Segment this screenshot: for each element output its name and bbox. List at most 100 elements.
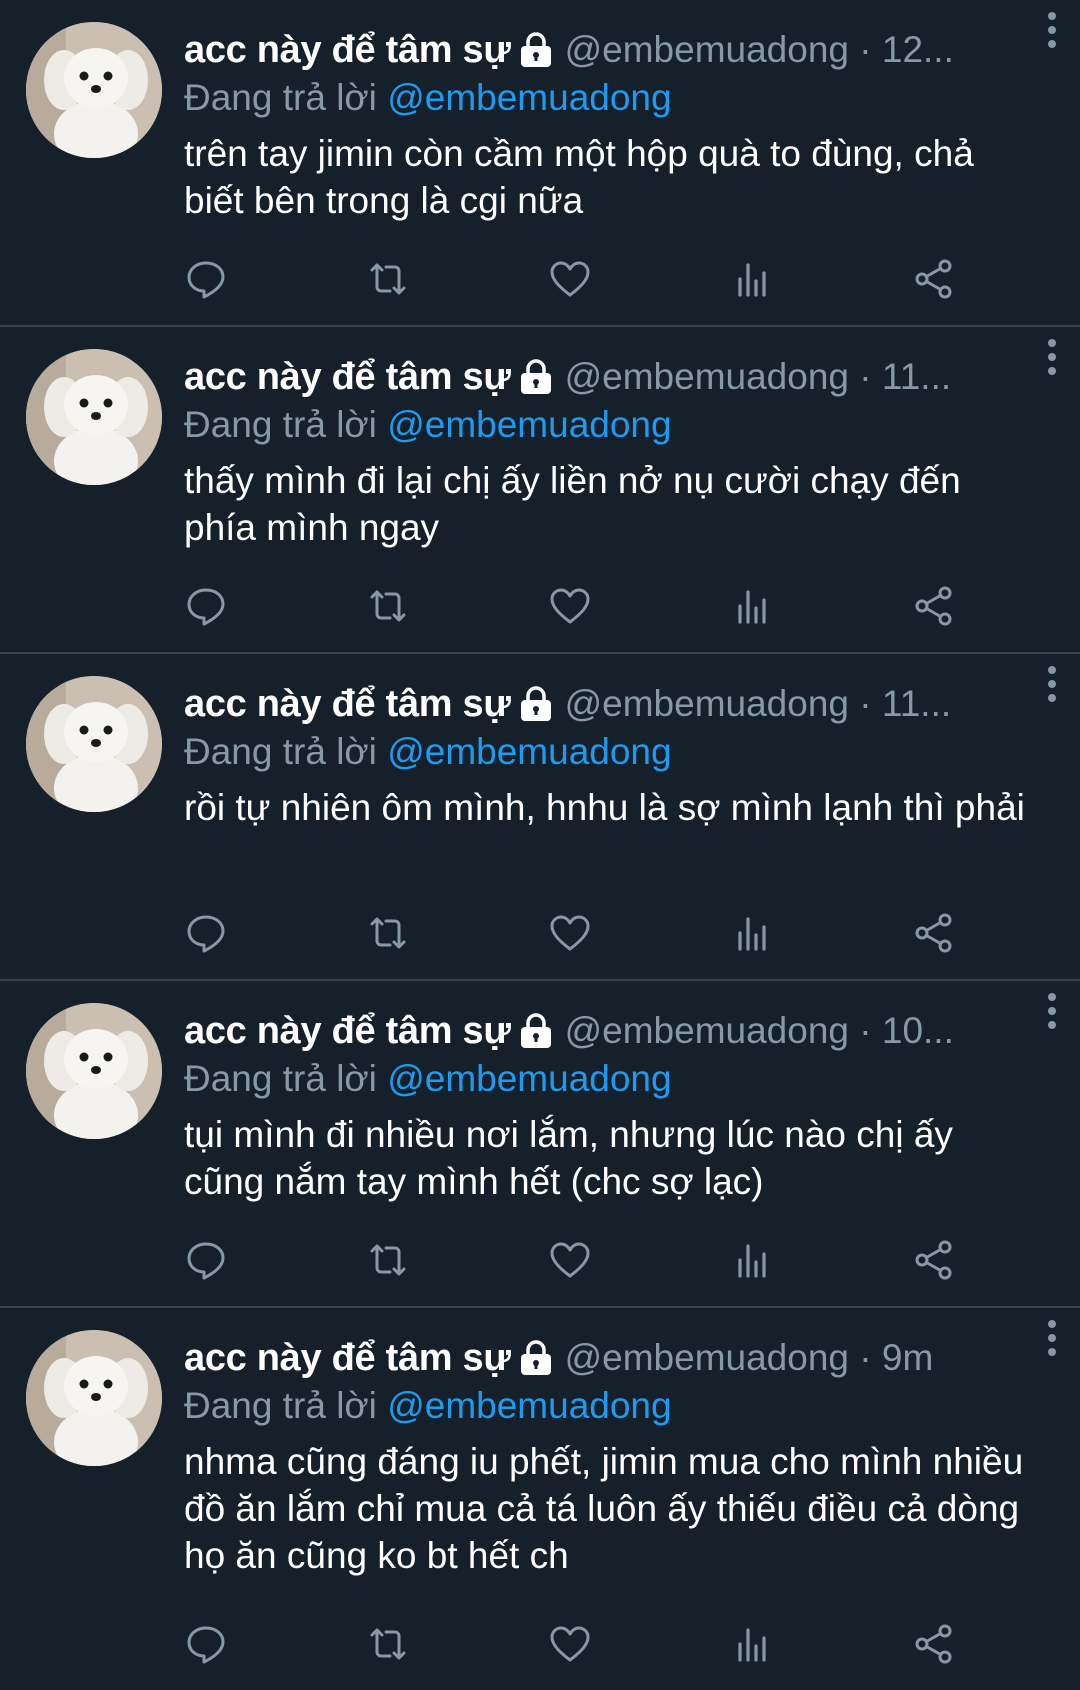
tweet-content: acc này để tâm sự @embemuadong · 12... Đ… [184,24,1056,224]
retweet-button[interactable] [366,1238,410,1282]
more-vertical-icon[interactable] [1042,8,1062,52]
tweet-content: acc này để tâm sự @embemuadong · 11... Đ… [184,678,1056,831]
tweet-header: acc này để tâm sự @embemuadong · 11... [184,351,1056,403]
reply-button[interactable] [184,584,228,628]
more-vertical-icon[interactable] [1042,1316,1062,1360]
display-name[interactable]: acc này để tâm sự [184,29,511,72]
more-vertical-icon[interactable] [1042,989,1062,1033]
share-button[interactable] [912,257,956,301]
analytics-button[interactable] [730,1622,774,1666]
tweet-content: acc này để tâm sự @embemuadong · 11... Đ… [184,351,1056,551]
display-name[interactable]: acc này để tâm sự [184,1337,511,1380]
like-button[interactable] [548,911,592,955]
replying-to-label: Đang trả lời [184,731,388,772]
reply-button[interactable] [184,257,228,301]
retweet-button[interactable] [366,911,410,955]
dog-avatar-image [26,1330,162,1466]
analytics-icon [738,590,766,624]
share-icon [915,586,952,626]
retweet-button[interactable] [366,1622,410,1666]
avatar[interactable] [26,22,162,158]
avatar[interactable] [26,1003,162,1139]
retweet-icon [370,1244,406,1276]
tweet-item[interactable]: acc này để tâm sự @embemuadong · 9m Đang… [0,1308,1080,1690]
heart-icon [550,261,590,297]
tweet-item[interactable]: acc này để tâm sự @embemuadong · 12... Đ… [0,0,1080,327]
mention-link[interactable]: @embemuadong [387,404,671,445]
reply-icon [187,261,225,299]
like-button[interactable] [548,257,592,301]
dog-avatar-image [26,349,162,485]
tweet-content: acc này để tâm sự @embemuadong · 9m Đang… [184,1332,1056,1579]
retweet-icon [370,917,406,949]
share-button[interactable] [912,1622,956,1666]
analytics-icon [738,1244,766,1278]
reply-button[interactable] [184,1238,228,1282]
analytics-button[interactable] [730,584,774,628]
tweet-actions [184,257,1034,301]
tweet-text: nhma cũng đáng iu phết, jimin mua cho mì… [184,1441,1024,1576]
replying-to-label: Đang trả lời [184,1385,388,1426]
heart-icon [550,1242,590,1278]
heart-icon [550,588,590,624]
reply-icon [187,588,225,626]
handle-and-time: @embemuadong · 10... [564,1010,954,1051]
like-button[interactable] [548,584,592,628]
replying-to: Đang trả lời @embemuadong [184,1055,1056,1103]
analytics-icon [738,1628,766,1662]
tweet-feed: acc này để tâm sự @embemuadong · 12... Đ… [0,0,1080,1690]
share-button[interactable] [912,911,956,955]
replying-to-label: Đang trả lời [184,77,388,118]
analytics-button[interactable] [730,911,774,955]
tweet-item[interactable]: acc này để tâm sự @embemuadong · 11... Đ… [0,327,1080,654]
more-vertical-icon[interactable] [1042,335,1062,379]
avatar[interactable] [26,676,162,812]
mention-link[interactable]: @embemuadong [387,1058,671,1099]
share-icon [915,1240,952,1280]
display-name[interactable]: acc này để tâm sự [184,683,511,726]
tweet-actions [184,911,1034,955]
display-name[interactable]: acc này để tâm sự [184,1010,511,1053]
avatar[interactable] [26,349,162,485]
heart-icon [550,915,590,951]
tweet-item[interactable]: acc này để tâm sự @embemuadong · 11... Đ… [0,654,1080,981]
display-name[interactable]: acc này để tâm sự [184,356,511,399]
dog-avatar-image [26,22,162,158]
mention-link[interactable]: @embemuadong [387,731,671,772]
replying-to: Đang trả lời @embemuadong [184,74,1056,122]
analytics-button[interactable] [730,257,774,301]
retweet-button[interactable] [366,257,410,301]
like-button[interactable] [548,1622,592,1666]
like-button[interactable] [548,1238,592,1282]
analytics-icon [738,263,766,297]
share-button[interactable] [912,1238,956,1282]
tweet-actions [184,584,1034,628]
tweet-text: rồi tự nhiên ôm mình, hnhu là sợ mình lạ… [184,787,1025,828]
tweet-text: thấy mình đi lại chị ấy liền nở nụ cười … [184,460,961,548]
reply-button[interactable] [184,911,228,955]
share-icon [915,913,952,953]
more-vertical-icon[interactable] [1042,662,1062,706]
reply-button[interactable] [184,1622,228,1666]
tweet-content: acc này để tâm sự @embemuadong · 10... Đ… [184,1005,1056,1205]
lock-icon [520,686,551,721]
tweet-item[interactable]: acc này để tâm sự @embemuadong · 10... Đ… [0,981,1080,1308]
replying-to-label: Đang trả lời [184,404,388,445]
retweet-icon [370,590,406,622]
reply-icon [187,915,225,953]
mention-link[interactable]: @embemuadong [387,1385,671,1426]
retweet-icon [370,263,406,295]
tweet-header: acc này để tâm sự @embemuadong · 9m [184,1332,1056,1384]
tweet-actions [184,1622,1034,1666]
lock-icon [520,1013,551,1048]
handle-and-time: @embemuadong · 9m [564,1337,934,1378]
avatar[interactable] [26,1330,162,1466]
share-button[interactable] [912,584,956,628]
replying-to: Đang trả lời @embemuadong [184,401,1056,449]
mention-link[interactable]: @embemuadong [387,77,671,118]
dog-avatar-image [26,676,162,812]
analytics-icon [738,917,766,951]
analytics-button[interactable] [730,1238,774,1282]
heart-icon [550,1626,590,1662]
retweet-button[interactable] [366,584,410,628]
